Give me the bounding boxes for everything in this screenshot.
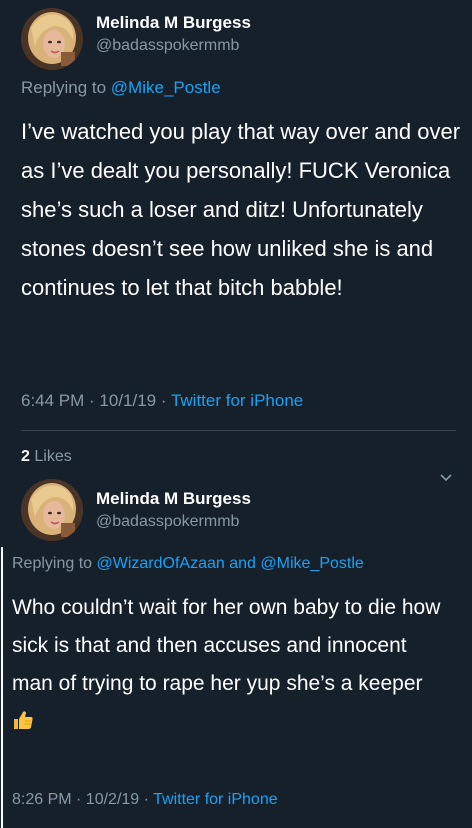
likes-label: Likes <box>34 448 72 465</box>
screenshot-page: Melinda M Burgess @badasspokermmb Replyi… <box>0 0 472 828</box>
display-name[interactable]: Melinda M Burgess <box>96 13 251 33</box>
replying-to-label: Replying to <box>12 555 93 572</box>
likes-link[interactable]: 2 Likes <box>21 448 72 466</box>
selection-border <box>1 547 3 828</box>
tweet-text: I’ve watched you play that way over and … <box>21 119 461 300</box>
tweet-meta: 6:44 PM · 10/1/19 · Twitter for iPhone <box>21 391 303 411</box>
mention-link[interactable]: @Mike_Postle <box>111 78 221 97</box>
tweet-timestamp[interactable]: 6:44 PM · 10/1/19 · <box>21 391 167 410</box>
replying-to-line: Replying to @Mike_Postle <box>21 78 221 98</box>
display-name[interactable]: Melinda M Burgess <box>96 489 251 509</box>
avatar-image <box>21 479 83 541</box>
avatar[interactable] <box>21 479 83 541</box>
replying-to-label: Replying to <box>21 78 107 97</box>
replying-to-line: Replying to @WizardOfAzaan and @Mike_Pos… <box>12 555 364 573</box>
tweet-2[interactable]: Melinda M Burgess @badasspokermmb Replyi… <box>0 477 472 828</box>
avatar[interactable] <box>21 8 83 70</box>
tweet-text: Who couldn’t wait for her own baby to di… <box>12 596 441 695</box>
user-handle[interactable]: @badasspokermmb <box>96 37 239 55</box>
user-handle[interactable]: @badasspokermmb <box>96 513 239 531</box>
tweet-timestamp[interactable]: 8:26 PM · 10/2/19 · <box>12 791 149 808</box>
tweet-meta: 8:26 PM · 10/2/19 · Twitter for iPhone <box>12 791 278 809</box>
mention-link[interactable]: @WizardOfAzaan <box>97 555 225 572</box>
likes-count: 2 <box>21 448 30 465</box>
avatar-image <box>21 8 83 70</box>
tweet-text-container: Who couldn’t wait for her own baby to di… <box>12 589 442 741</box>
thumbs-up-icon <box>14 711 33 729</box>
mention-and: and <box>229 555 256 572</box>
tweet-source-link[interactable]: Twitter for iPhone <box>171 391 303 410</box>
divider <box>21 430 456 431</box>
mention-link[interactable]: @Mike_Postle <box>260 555 363 572</box>
tweet-1[interactable]: Melinda M Burgess @badasspokermmb Replyi… <box>0 0 472 482</box>
tweet-source-link[interactable]: Twitter for iPhone <box>153 791 278 808</box>
